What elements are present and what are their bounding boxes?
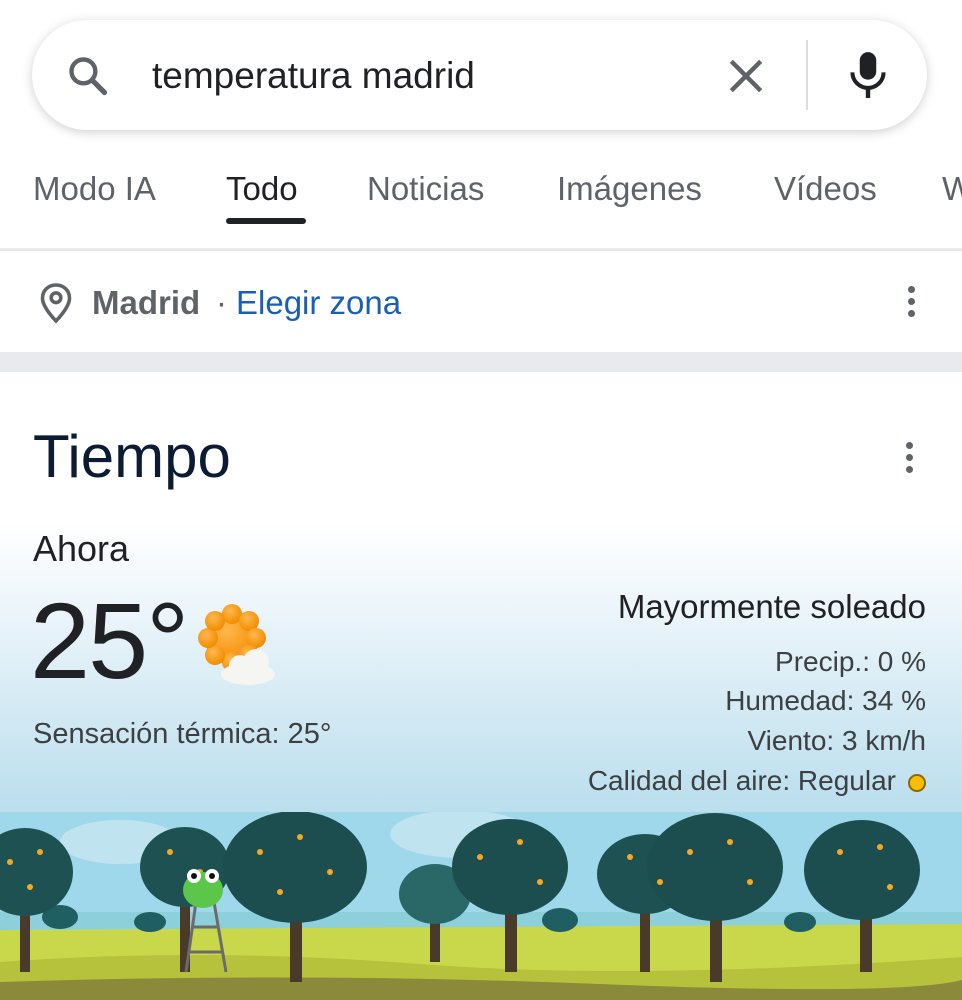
weather-condition: Mayormente soleado xyxy=(617,588,926,625)
orchard-illustration xyxy=(0,812,962,1000)
precipitation: Precip.: 0 % xyxy=(775,646,926,677)
location-city: Madrid xyxy=(92,284,201,321)
humidity: Humedad: 34 % xyxy=(725,685,926,716)
current-temperature: 25° xyxy=(30,580,189,701)
weather-more-icon[interactable] xyxy=(903,442,915,478)
choose-zone-link[interactable]: Elegir zona xyxy=(236,284,401,322)
search-divider xyxy=(806,40,808,110)
tab-modo-ia[interactable]: Modo IA xyxy=(33,170,156,208)
wind: Viento: 3 km/h xyxy=(747,725,926,756)
search-icon[interactable] xyxy=(66,54,110,98)
weather-title: Tiempo xyxy=(33,423,231,490)
air-quality-indicator xyxy=(908,773,926,792)
feels-like: Sensación térmica: 25° xyxy=(33,718,332,750)
tab-more[interactable]: W xyxy=(942,170,962,208)
mostly-sunny-icon xyxy=(198,604,275,685)
tab-noticias[interactable]: Noticias xyxy=(367,170,484,208)
air-quality[interactable]: Calidad del aire: Regular xyxy=(588,765,926,797)
location-more-icon[interactable] xyxy=(905,286,917,322)
search-tabs: Modo IA Todo Noticias Imágenes Vídeos W xyxy=(0,150,962,250)
search-input[interactable]: temperatura madrid xyxy=(152,54,475,98)
tab-videos[interactable]: Vídeos xyxy=(774,170,877,208)
active-tab-indicator xyxy=(226,218,306,224)
weather-card: Tiempo Ahora 25° Sensación térmica: 25° … xyxy=(0,372,962,1000)
close-icon[interactable] xyxy=(724,54,768,98)
tab-todo[interactable]: Todo xyxy=(226,170,298,208)
tabs-divider xyxy=(0,248,962,251)
now-label: Ahora xyxy=(33,528,130,569)
location-pin-icon xyxy=(40,283,72,324)
microphone-icon[interactable] xyxy=(846,50,890,102)
location-separator: · xyxy=(216,284,227,321)
section-separator xyxy=(0,352,962,372)
air-quality-label: Calidad del aire: Regular xyxy=(587,765,896,796)
tab-imagenes[interactable]: Imágenes xyxy=(557,170,702,208)
